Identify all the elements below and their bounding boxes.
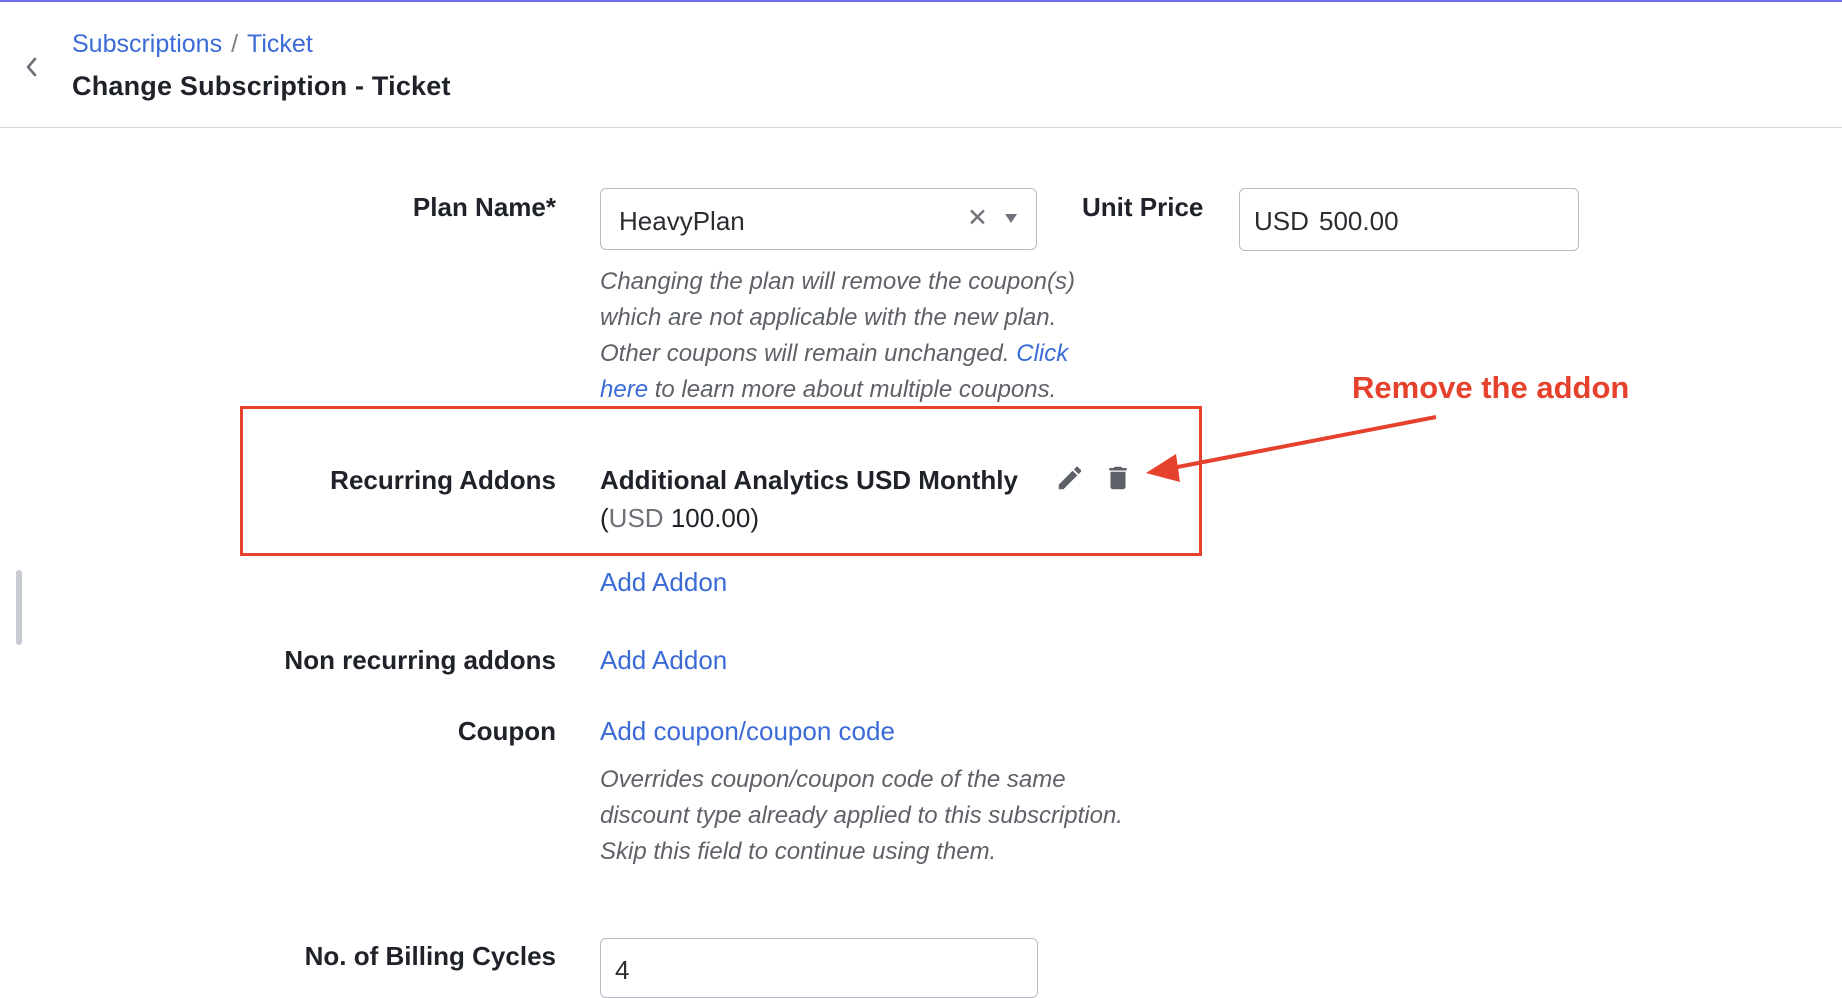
billing-cycles-input[interactable]: 4 — [600, 938, 1038, 998]
unit-price-input[interactable]: USD 500.00 — [1239, 188, 1579, 251]
plan-select-value: HeavyPlan — [619, 206, 745, 236]
plan-select[interactable]: HeavyPlan ✕ — [600, 188, 1037, 250]
back-button[interactable] — [20, 50, 44, 84]
page-title: Change Subscription - Ticket — [72, 71, 451, 101]
scrollbar-handle[interactable] — [16, 570, 22, 645]
breadcrumb-ticket[interactable]: Ticket — [247, 30, 313, 58]
annotation-highlight-box — [240, 406, 1202, 556]
breadcrumb-subscriptions[interactable]: Subscriptions — [72, 30, 222, 58]
add-recurring-addon-link[interactable]: Add Addon — [600, 567, 727, 598]
unit-price-currency: USD — [1254, 206, 1309, 236]
plan-help-text-1: Changing the plan will remove the coupon… — [600, 268, 1075, 367]
breadcrumb: Subscriptions / Ticket — [72, 30, 313, 59]
chevron-left-icon — [26, 57, 37, 77]
unit-price-label: Unit Price — [1082, 192, 1204, 222]
plan-help-text-2: to learn more about multiple coupons. — [648, 376, 1057, 403]
non-recurring-addons-label: Non recurring addons — [284, 645, 556, 675]
billing-cycles-label: No. of Billing Cycles — [304, 941, 556, 971]
coupon-help-text: Overrides coupon/coupon code of the same… — [600, 766, 1123, 865]
add-coupon-link[interactable]: Add coupon/coupon code — [600, 716, 895, 747]
billing-cycles-value: 4 — [615, 955, 630, 985]
clear-x-icon[interactable]: ✕ — [967, 203, 988, 233]
breadcrumb-separator: / — [231, 30, 239, 58]
page-header: Subscriptions / Ticket Change Subscription… — [0, 2, 1842, 128]
plan-help-text: Changing the plan will remove the coupon… — [600, 264, 1120, 408]
add-non-recurring-addon-link[interactable]: Add Addon — [600, 645, 727, 676]
annotation-label: Remove the addon — [1352, 370, 1630, 405]
coupon-label: Coupon — [457, 716, 556, 746]
dropdown-arrow-icon[interactable] — [1005, 214, 1017, 223]
unit-price-value: 500.00 — [1319, 206, 1399, 236]
plan-name-label: Plan Name* — [412, 192, 556, 222]
